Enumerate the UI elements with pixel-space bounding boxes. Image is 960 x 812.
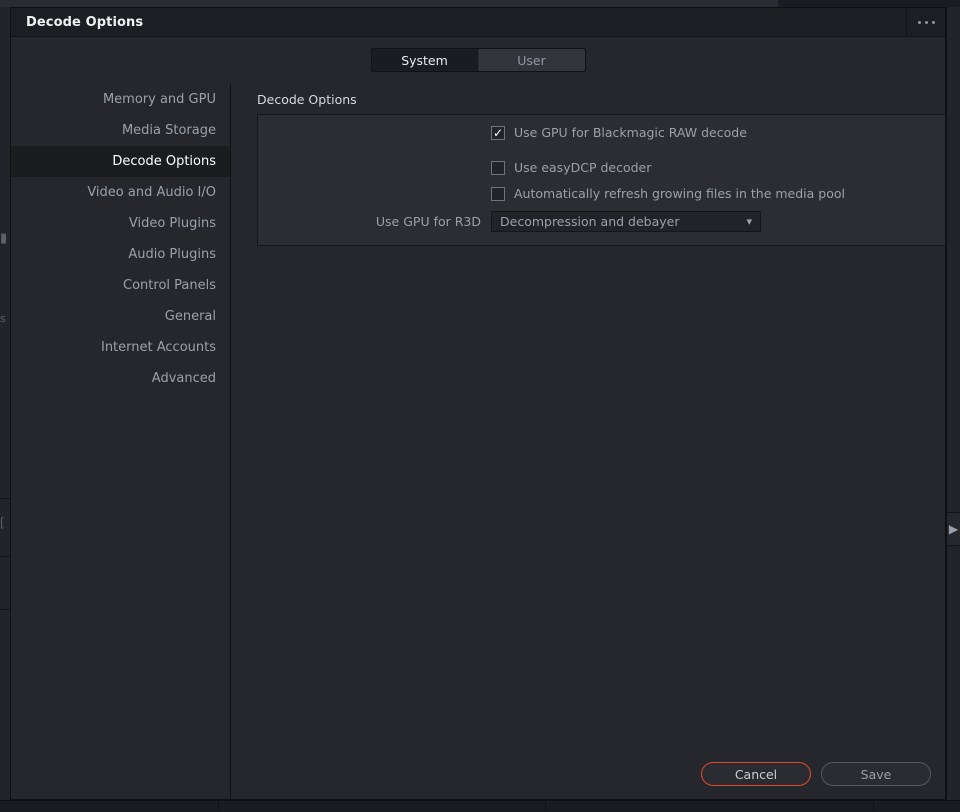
- row-blackmagic-raw: ✓ Use GPU for Blackmagic RAW decode: [258, 125, 747, 140]
- dialog-footer: Cancel Save: [701, 762, 931, 786]
- sidebar-item-media-storage[interactable]: Media Storage: [11, 115, 230, 146]
- checkbox-use-easydcp-decoder[interactable]: ✓: [491, 160, 505, 175]
- save-button[interactable]: Save: [821, 762, 931, 786]
- row-use-gpu-for-r3d: Use GPU for R3D Decompression and debaye…: [258, 211, 761, 232]
- dialog-title: Decode Options: [26, 14, 144, 30]
- sidebar-item-general[interactable]: General: [11, 301, 230, 332]
- segmented-control: System User: [370, 48, 586, 72]
- background-glyph-1: ▮: [0, 231, 8, 246]
- background-glyph-3: [: [0, 516, 5, 530]
- background-divider-3: [0, 609, 10, 610]
- background-bottom-bar: [0, 800, 960, 812]
- sidebar-item-memory-and-gpu[interactable]: Memory and GPU: [11, 84, 230, 115]
- background-glyph-2: s: [0, 312, 6, 325]
- row-easydcp-control: ✓ Use easyDCP decoder: [491, 160, 651, 175]
- background-bottom-tick-1: [218, 800, 219, 811]
- chevron-down-icon: ▾: [746, 215, 752, 228]
- background-bottom-tick-2: [545, 800, 546, 811]
- background-right-column: [946, 7, 960, 800]
- tab-system[interactable]: System: [371, 49, 478, 71]
- screen: ▮ s [ ▶ Decode Options System User Memor…: [0, 0, 960, 812]
- dialog-titlebar: Decode Options: [11, 8, 945, 37]
- section-title: Decode Options: [257, 92, 357, 107]
- sidebar-item-video-plugins[interactable]: Video Plugins: [11, 208, 230, 239]
- sidebar-item-control-panels[interactable]: Control Panels: [11, 270, 230, 301]
- panel-expander-button[interactable]: ▶: [947, 512, 960, 546]
- preferences-sidebar: Memory and GPU Media Storage Decode Opti…: [11, 84, 231, 799]
- sidebar-item-audio-plugins[interactable]: Audio Plugins: [11, 239, 230, 270]
- decode-options-dialog: Decode Options System User Memory and GP…: [10, 7, 946, 800]
- preferences-content: Decode Options ✓ Use GPU for Blackmagic …: [231, 84, 945, 799]
- row-easydcp: ✓ Use easyDCP decoder: [258, 160, 651, 175]
- dropdown-use-gpu-for-r3d[interactable]: Decompression and debayer ▾: [491, 211, 761, 232]
- background-bottom-tick-3: [873, 800, 874, 811]
- label-use-gpu-for-r3d: Use GPU for R3D: [375, 214, 481, 229]
- cancel-button[interactable]: Cancel: [701, 762, 811, 786]
- ellipsis-dot-3: [931, 20, 935, 24]
- checkbox-auto-refresh-growing-files[interactable]: ✓: [491, 186, 505, 201]
- scope-tabs: System User: [11, 36, 945, 84]
- checkbox-label-auto-refresh-growing-files[interactable]: Automatically refresh growing files in t…: [514, 186, 845, 201]
- checkbox-label-use-easydcp-decoder[interactable]: Use easyDCP decoder: [514, 160, 651, 175]
- background-top-strip-right: [778, 0, 960, 7]
- checkbox-use-gpu-blackmagic-raw[interactable]: ✓: [491, 125, 505, 140]
- checkbox-label-use-gpu-blackmagic-raw[interactable]: Use GPU for Blackmagic RAW decode: [514, 125, 747, 140]
- row-auto-refresh: ✓ Automatically refresh growing files in…: [258, 186, 845, 201]
- background-divider-2: [0, 556, 10, 557]
- background-divider-1: [0, 498, 10, 499]
- sidebar-item-decode-options[interactable]: Decode Options: [11, 146, 230, 177]
- ellipsis-dot-2: [924, 20, 928, 24]
- sidebar-item-internet-accounts[interactable]: Internet Accounts: [11, 332, 230, 363]
- row-use-gpu-for-r3d-control: Decompression and debayer ▾: [491, 211, 761, 232]
- row-auto-refresh-control: ✓ Automatically refresh growing files in…: [491, 186, 845, 201]
- dropdown-value-use-gpu-for-r3d: Decompression and debayer: [500, 214, 680, 229]
- sidebar-item-video-and-audio-io[interactable]: Video and Audio I/O: [11, 177, 230, 208]
- row-blackmagic-raw-control: ✓ Use GPU for Blackmagic RAW decode: [491, 125, 747, 140]
- expander-arrow-icon: ▶: [948, 522, 959, 536]
- background-top-strip-left: [0, 0, 778, 7]
- checkmark-icon: ✓: [492, 125, 504, 140]
- decode-options-group: ✓ Use GPU for Blackmagic RAW decode ✓ Us…: [257, 114, 945, 246]
- ellipsis-icon[interactable]: [906, 8, 945, 36]
- tab-user[interactable]: User: [477, 49, 585, 71]
- ellipsis-dot-1: [917, 20, 921, 24]
- sidebar-item-advanced[interactable]: Advanced: [11, 363, 230, 394]
